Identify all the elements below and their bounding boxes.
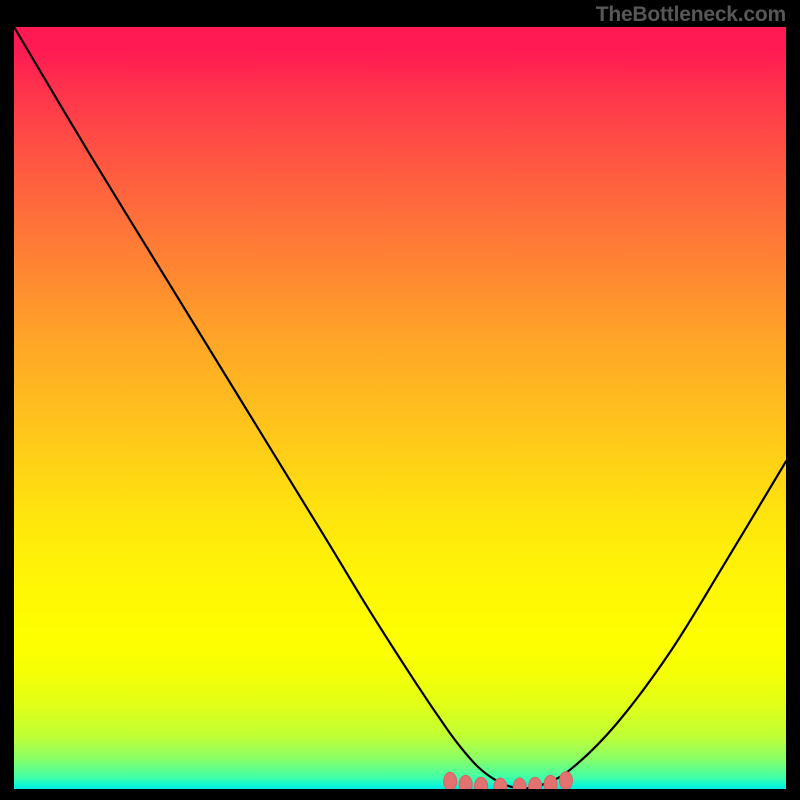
bottom-marker	[559, 772, 572, 789]
bottleneck-curve	[14, 27, 786, 788]
bottom-marker	[544, 775, 557, 789]
chart-overlay	[14, 27, 786, 789]
bottom-marker	[475, 777, 488, 789]
plot-area	[14, 27, 786, 789]
watermark-text: TheBottleneck.com	[596, 3, 786, 27]
bottom-marker	[444, 772, 457, 789]
bottom-marker	[513, 778, 526, 789]
chart-frame: TheBottleneck.com	[0, 0, 800, 800]
bottom-marker	[529, 777, 542, 789]
bottom-marker	[459, 775, 472, 789]
